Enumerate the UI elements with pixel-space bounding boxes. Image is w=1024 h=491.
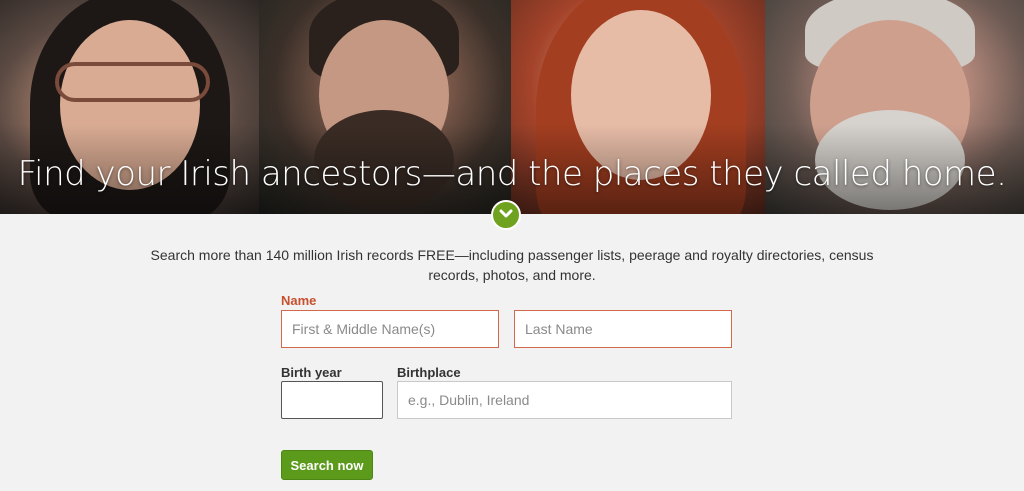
last-name-input[interactable] (514, 310, 732, 348)
first-name-input[interactable] (281, 310, 499, 348)
hero-headline: Find your Irish ancestors—and the places… (17, 154, 1007, 194)
search-description: Search more than 140 million Irish recor… (150, 247, 874, 283)
birth-year-label: Birth year (281, 365, 342, 380)
scroll-down-button[interactable] (491, 200, 521, 230)
birth-year-input[interactable] (281, 381, 383, 419)
name-label: Name (281, 293, 317, 308)
chevron-down-icon (499, 206, 513, 224)
birthplace-label: Birthplace (397, 365, 461, 380)
search-now-button[interactable]: Search now (281, 450, 373, 480)
birthplace-input[interactable] (397, 381, 732, 419)
